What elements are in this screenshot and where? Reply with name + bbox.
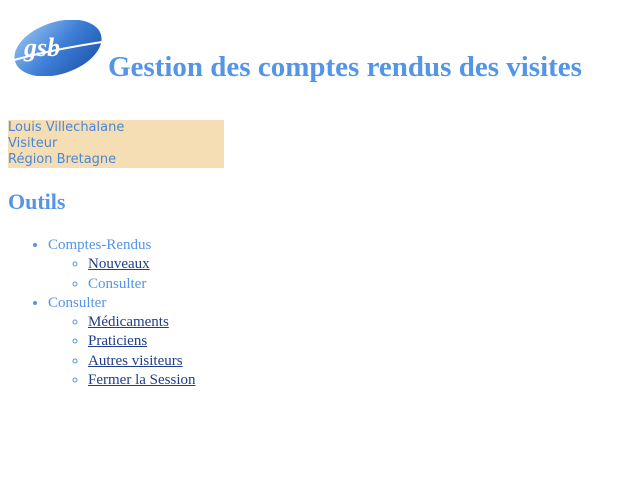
menu-group-comptes-rendus: Comptes-Rendus Nouveaux Consulter [48,236,195,294]
menu-item-consulter-cr: Consulter [88,275,195,294]
link-fermer-session[interactable]: Fermer la Session [88,372,195,388]
user-role: Visiteur [8,136,58,151]
menu-group-consulter: Consulter Médicaments Praticiens Autres … [48,294,195,390]
tools-menu: Comptes-Rendus Nouveaux Consulter Consul… [8,236,195,390]
menu-item-autres-visiteurs: Autres visiteurs [88,352,195,371]
user-region: Région Bretagne [8,152,117,167]
menu-item-consulter-label: Consulter [88,275,147,292]
link-autres-visiteurs[interactable]: Autres visiteurs [88,353,183,369]
user-info-box: Louis Villechalane Visiteur Région Breta… [8,120,224,168]
page-title: Gestion des comptes rendus des visites [108,51,582,83]
submenu-consulter: Médicaments Praticiens Autres visiteurs … [48,313,195,390]
menu-item-fermer-session: Fermer la Session [88,371,195,390]
submenu-comptes-rendus: Nouveaux Consulter [48,255,195,294]
user-name: Louis Villechalane [8,120,125,135]
gsb-logo: gsb [13,20,103,76]
menu-item-medicaments: Médicaments [88,313,195,332]
link-nouveaux[interactable]: Nouveaux [88,256,150,272]
menu-group-label: Comptes-Rendus [48,237,152,253]
menu-item-praticiens: Praticiens [88,332,195,351]
menu-group-label: Consulter [48,294,107,311]
tools-title: Outils [8,189,66,214]
link-medicaments[interactable]: Médicaments [88,314,169,330]
menu-item-nouveaux: Nouveaux [88,255,195,274]
logo-text: gsb [23,33,60,62]
link-praticiens[interactable]: Praticiens [88,333,147,349]
